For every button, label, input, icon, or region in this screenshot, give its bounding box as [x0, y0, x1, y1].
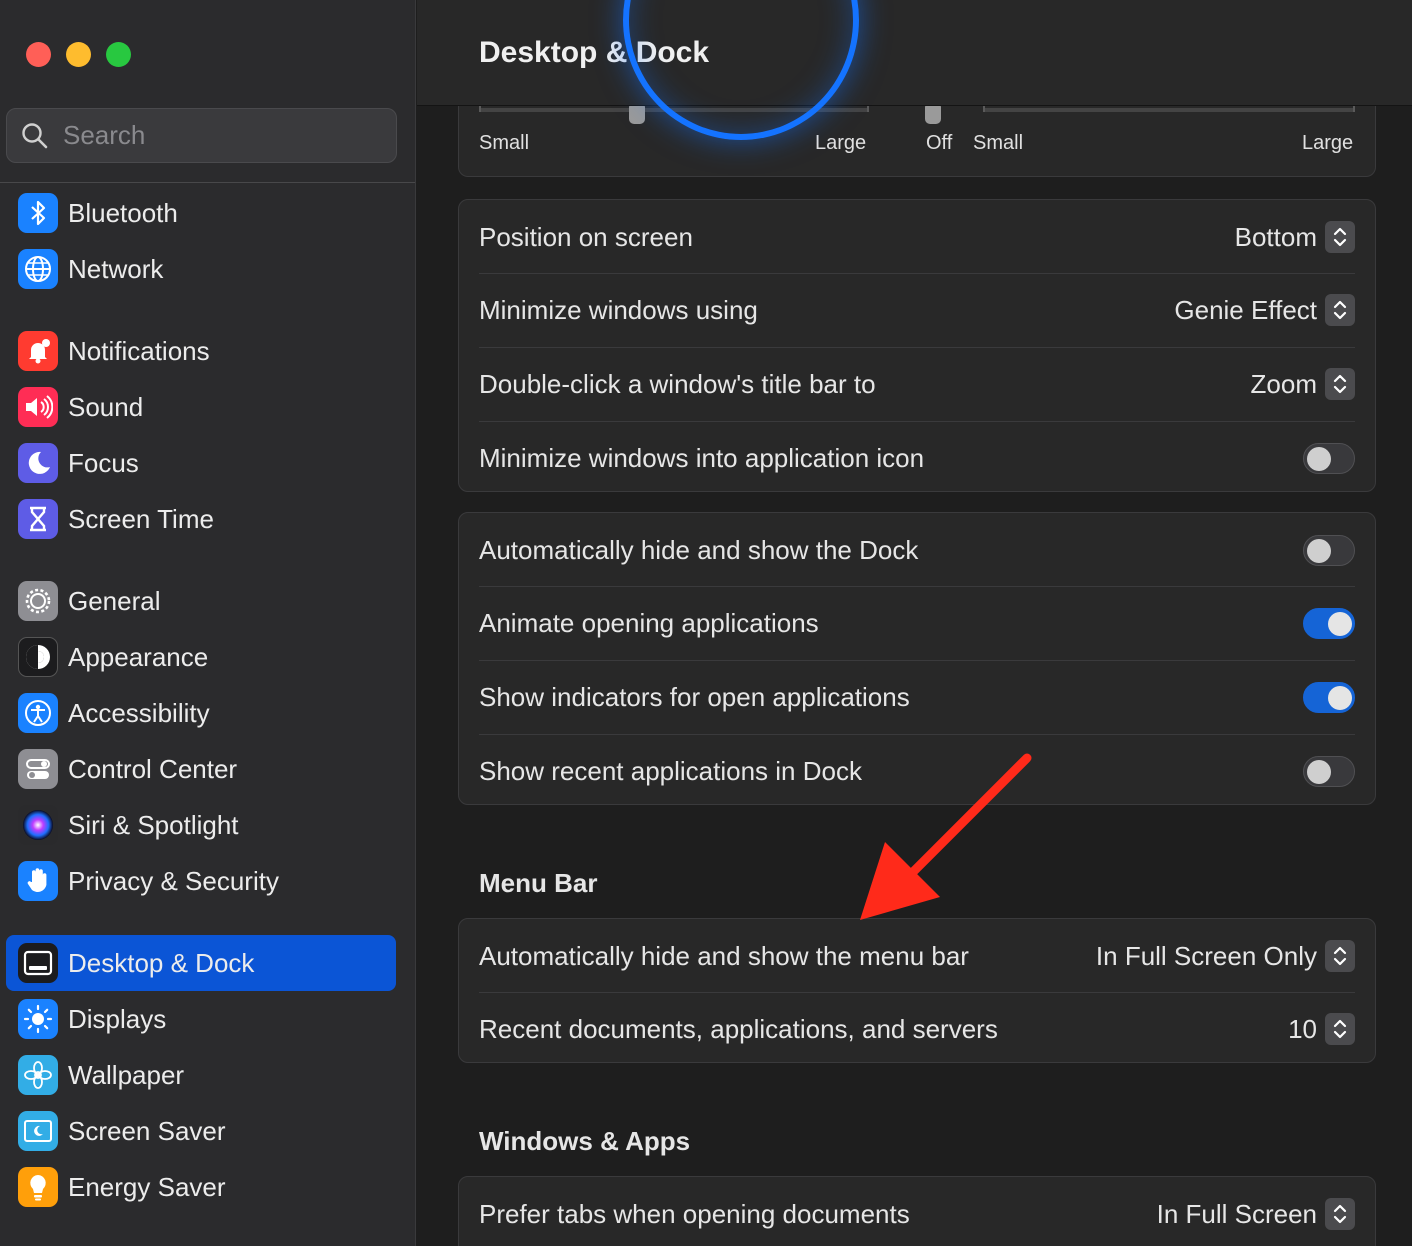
flower-icon — [18, 1055, 58, 1095]
window-controls — [26, 42, 131, 67]
chevron-updown-icon — [1325, 294, 1355, 326]
dock-size-sliders: Small Large Off Small Large — [458, 96, 1376, 177]
animate-apps-row: Animate opening applications — [479, 586, 1355, 660]
size-min-label: Small — [479, 132, 530, 154]
sidebar-item-displays[interactable]: Displays — [6, 991, 396, 1047]
sidebar-item-energy-saver[interactable]: Energy Saver — [6, 1159, 396, 1215]
accessibility-icon — [18, 693, 58, 733]
dock-settings-group: Position on screen Bottom Minimize windo… — [458, 199, 1376, 492]
sidebar-item-network[interactable]: Network — [6, 241, 396, 297]
globe-icon — [18, 249, 58, 289]
close-button[interactable] — [26, 42, 51, 67]
search-icon — [22, 122, 48, 148]
autohide-dock-row: Automatically hide and show the Dock — [479, 513, 1355, 587]
sidebar-item-general[interactable]: General — [6, 573, 396, 629]
bluetooth-icon — [18, 193, 58, 233]
zoom-button[interactable] — [106, 42, 131, 67]
minimize-into-icon-row: Minimize windows into application icon — [479, 421, 1355, 495]
sidebar-item-sound[interactable]: Sound — [6, 379, 396, 435]
sidebar-item-focus[interactable]: Focus — [6, 435, 396, 491]
position-select[interactable]: Bottom — [1235, 221, 1355, 253]
sidebar-item-privacy-security[interactable]: Privacy & Security — [6, 853, 396, 909]
magnification-max-label: Large — [1302, 132, 1354, 154]
chevron-updown-icon — [1325, 940, 1355, 972]
main-pane: Small Large Off Small Large Desktop & Do… — [417, 0, 1412, 1246]
minimize-into-icon-toggle[interactable] — [1303, 442, 1355, 474]
indicators-toggle[interactable] — [1303, 681, 1355, 713]
magnification-slider-track[interactable] — [983, 108, 1355, 112]
bell-icon — [18, 331, 58, 371]
double-click-select[interactable]: Zoom — [1251, 368, 1355, 400]
toggles-icon — [18, 749, 58, 789]
sidebar-item-appearance[interactable]: Appearance — [6, 629, 396, 685]
chevron-updown-icon — [1325, 1198, 1355, 1230]
siri-icon — [18, 805, 58, 845]
position-row: Position on screen Bottom — [479, 200, 1355, 274]
minimize-effect-row: Minimize windows using Genie Effect — [479, 273, 1355, 347]
sidebar-item-control-center[interactable]: Control Center — [6, 741, 396, 797]
autohide-menubar-select[interactable]: In Full Screen Only — [1096, 940, 1355, 972]
autohide-menubar-row: Automatically hide and show the menu bar… — [479, 919, 1355, 993]
dock-behavior-group: Automatically hide and show the Dock Ani… — [458, 512, 1376, 805]
gear-icon — [18, 581, 58, 621]
sidebar-item-screen-time[interactable]: Screen Time — [6, 491, 396, 547]
recent-apps-row: Show recent applications in Dock — [479, 734, 1355, 808]
minimize-effect-select[interactable]: Genie Effect — [1174, 294, 1355, 326]
appearance-icon — [18, 637, 58, 677]
prefer-tabs-select[interactable]: In Full Screen — [1157, 1198, 1355, 1230]
moon-icon — [18, 443, 58, 483]
sidebar-item-bluetooth[interactable]: Bluetooth — [6, 185, 396, 241]
sidebar-item-wallpaper[interactable]: Wallpaper — [6, 1047, 396, 1103]
indicators-row: Show indicators for open applications — [479, 660, 1355, 734]
screensaver-icon — [18, 1111, 58, 1151]
dock-icon — [18, 943, 58, 983]
search-input[interactable]: Search — [6, 108, 397, 163]
divider — [0, 182, 415, 183]
sidebar-item-notifications[interactable]: Notifications — [6, 323, 396, 379]
page-title: Desktop & Dock — [479, 36, 710, 69]
recent-apps-toggle[interactable] — [1303, 755, 1355, 787]
chevron-updown-icon — [1325, 368, 1355, 400]
size-slider-track[interactable] — [479, 108, 869, 112]
windows-apps-group: Prefer tabs when opening documents In Fu… — [458, 1176, 1376, 1246]
windows-apps-heading: Windows & Apps — [479, 1126, 691, 1156]
hand-icon — [18, 861, 58, 901]
sidebar-item-siri-spotlight[interactable]: Siri & Spotlight — [6, 797, 396, 853]
sidebar: Search Bluetooth Network Notifications S… — [0, 0, 416, 1246]
size-max-label: Large — [815, 132, 867, 154]
chevron-updown-icon — [1325, 1013, 1355, 1045]
chevron-updown-icon — [1325, 221, 1355, 253]
magnification-min-label: Small — [973, 132, 1024, 154]
search-placeholder: Search — [63, 120, 146, 150]
autohide-dock-toggle[interactable] — [1303, 534, 1355, 566]
animate-apps-toggle[interactable] — [1303, 607, 1355, 639]
sidebar-item-screen-saver[interactable]: Screen Saver — [6, 1103, 396, 1159]
hourglass-icon — [18, 499, 58, 539]
minimize-button[interactable] — [66, 42, 91, 67]
speaker-icon — [18, 387, 58, 427]
recent-documents-select[interactable]: 10 — [1288, 1013, 1355, 1045]
title-bar: Desktop & Dock — [417, 0, 1412, 106]
double-click-row: Double-click a window's title bar to Zoo… — [479, 347, 1355, 421]
magnification-off-label: Off — [926, 132, 953, 154]
recent-documents-row: Recent documents, applications, and serv… — [479, 992, 1355, 1066]
menu-bar-group: Automatically hide and show the menu bar… — [458, 918, 1376, 1063]
menu-bar-heading: Menu Bar — [479, 868, 598, 898]
sidebar-item-accessibility[interactable]: Accessibility — [6, 685, 396, 741]
bulb-icon — [18, 1167, 58, 1207]
sidebar-item-desktop-dock[interactable]: Desktop & Dock — [6, 935, 396, 991]
sun-icon — [18, 999, 58, 1039]
prefer-tabs-row: Prefer tabs when opening documents In Fu… — [479, 1177, 1355, 1246]
